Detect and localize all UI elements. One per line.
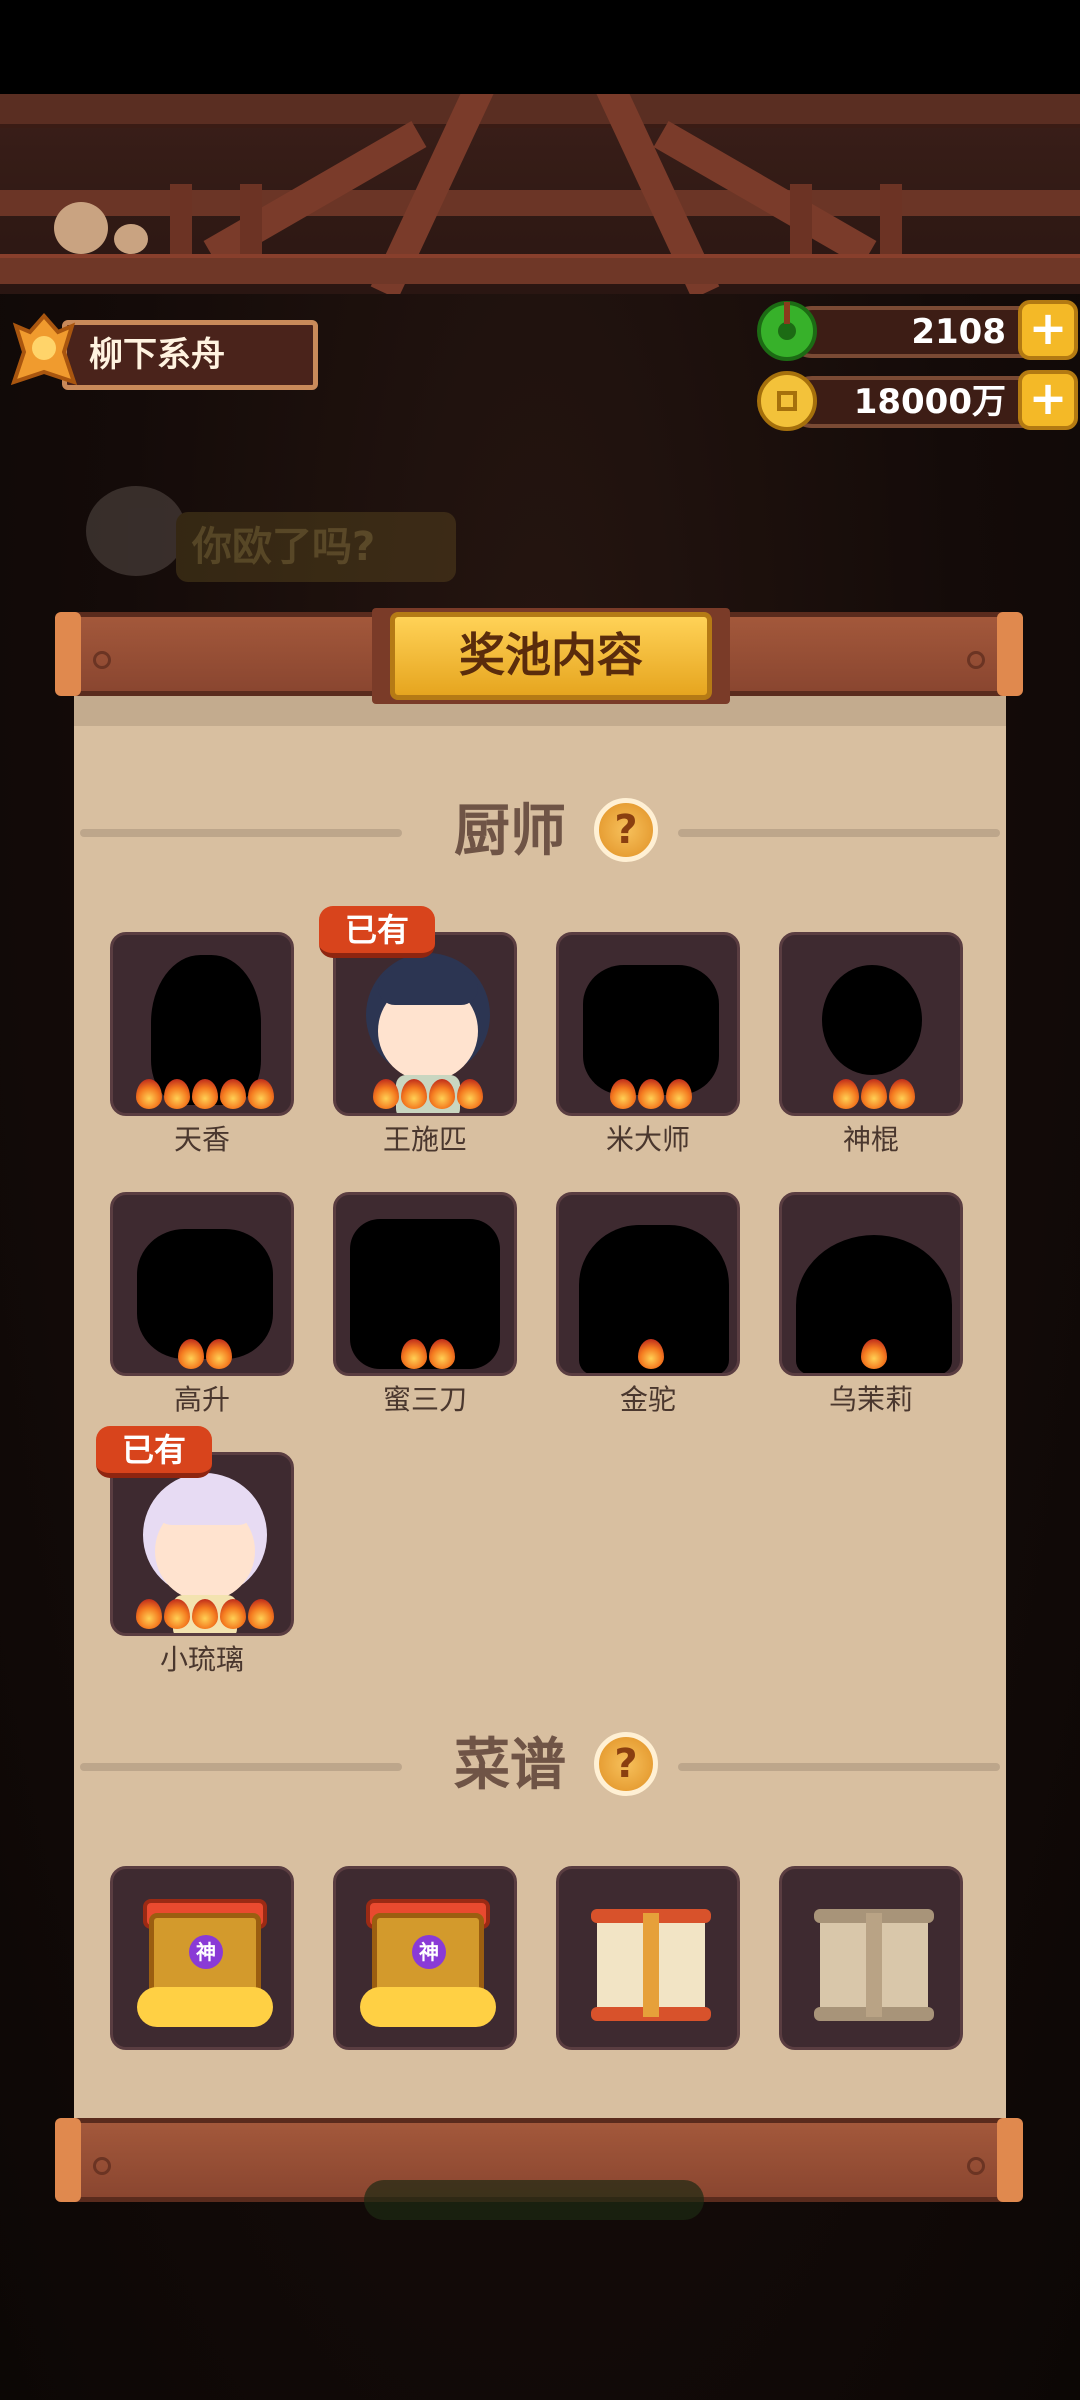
star-rating bbox=[113, 1079, 291, 1109]
recipe-help-button[interactable]: ? bbox=[594, 1732, 658, 1796]
chef-name: 王施匹 bbox=[382, 1123, 467, 1156]
flame-icon bbox=[373, 1079, 399, 1109]
chef-card[interactable]: 金驼 bbox=[556, 1192, 740, 1432]
flame-icon bbox=[861, 1339, 887, 1369]
player-name: 柳下系舟 bbox=[62, 320, 318, 390]
flame-icon bbox=[178, 1339, 204, 1369]
chef-portrait bbox=[556, 932, 740, 1116]
chef-section-header: 厨师 ? bbox=[74, 796, 1006, 866]
add-coin-button[interactable]: + bbox=[1018, 370, 1078, 430]
flame-icon bbox=[136, 1079, 162, 1109]
flame-icon bbox=[610, 1079, 636, 1109]
prize-pool-panel[interactable]: 厨师 ? 天香 王施匹 已有 米大师 神棍 高升 蜜三刀 金驼 乌茉莉 小琉璃 已有 菜谱 ? 神神 bbox=[74, 696, 1006, 2126]
recipe-section-title: 菜谱 bbox=[454, 1732, 566, 1798]
god-badge-icon: 神 bbox=[189, 1935, 223, 1969]
chef-name: 天香 bbox=[173, 1123, 230, 1156]
chef-portrait bbox=[779, 1192, 963, 1376]
chef-portrait bbox=[333, 932, 517, 1116]
chick-icon bbox=[54, 202, 108, 254]
chef-portrait bbox=[556, 1192, 740, 1376]
recipe-card[interactable] bbox=[779, 1866, 963, 2050]
chef-name: 乌茉莉 bbox=[828, 1383, 913, 1416]
flame-icon bbox=[457, 1079, 483, 1109]
flame-icon bbox=[638, 1079, 664, 1109]
star-rating bbox=[113, 1599, 291, 1629]
bottom-button-shadow bbox=[364, 2180, 704, 2220]
rank-badge-icon bbox=[10, 312, 78, 386]
flame-icon bbox=[192, 1079, 218, 1109]
flame-icon bbox=[889, 1079, 915, 1109]
flame-icon bbox=[861, 1079, 887, 1109]
chef-card[interactable]: 蜜三刀 bbox=[333, 1192, 517, 1432]
add-jade-button[interactable]: + bbox=[1018, 300, 1078, 360]
star-rating bbox=[336, 1079, 514, 1109]
flame-icon bbox=[429, 1079, 455, 1109]
roof-beams bbox=[0, 94, 1080, 294]
scroll-icon bbox=[591, 1909, 711, 2021]
status-bar bbox=[0, 0, 1080, 94]
hint-text: 你欧了吗? bbox=[176, 512, 456, 582]
chef-card[interactable]: 王施匹 bbox=[333, 932, 517, 1172]
star-rating bbox=[559, 1339, 737, 1369]
flame-icon bbox=[206, 1339, 232, 1369]
flame-icon bbox=[638, 1339, 664, 1369]
bird-icon bbox=[86, 486, 186, 576]
flame-icon bbox=[220, 1599, 246, 1629]
flame-icon bbox=[220, 1079, 246, 1109]
coin-currency: 18000万 + bbox=[756, 370, 1078, 432]
star-rating bbox=[113, 1339, 291, 1369]
flame-icon bbox=[666, 1079, 692, 1109]
chef-portrait bbox=[333, 1192, 517, 1376]
jade-currency: 2108 + bbox=[756, 300, 1078, 362]
star-rating bbox=[559, 1079, 737, 1109]
owned-badge: 已有 bbox=[319, 906, 436, 958]
recipe-card[interactable]: 神 bbox=[333, 1866, 517, 2050]
flame-icon bbox=[136, 1599, 162, 1629]
chef-name: 神棍 bbox=[842, 1123, 899, 1156]
chef-card[interactable]: 神棍 bbox=[779, 932, 963, 1172]
chef-portrait bbox=[110, 1192, 294, 1376]
jade-icon bbox=[757, 301, 817, 361]
chef-portrait bbox=[110, 932, 294, 1116]
chef-card[interactable]: 小琉璃 bbox=[110, 1452, 294, 1692]
chef-name: 小琉璃 bbox=[159, 1643, 244, 1676]
recipe-section-header: 菜谱 ? bbox=[74, 1730, 1006, 1800]
chef-help-button[interactable]: ? bbox=[594, 798, 658, 862]
chef-card[interactable]: 米大师 bbox=[556, 932, 740, 1172]
flame-icon bbox=[164, 1079, 190, 1109]
flame-icon bbox=[833, 1079, 859, 1109]
chef-card[interactable]: 高升 bbox=[110, 1192, 294, 1432]
flame-icon bbox=[248, 1599, 274, 1629]
recipe-card[interactable] bbox=[556, 1866, 740, 2050]
chef-section-title: 厨师 bbox=[454, 798, 566, 864]
hint-banner: 你欧了吗? bbox=[46, 480, 456, 590]
flame-icon bbox=[401, 1339, 427, 1369]
star-rating bbox=[782, 1079, 960, 1109]
flame-icon bbox=[192, 1599, 218, 1629]
flame-icon bbox=[429, 1339, 455, 1369]
panel-title: 奖池内容 bbox=[390, 612, 712, 700]
flame-icon bbox=[401, 1079, 427, 1109]
chef-name: 金驼 bbox=[619, 1383, 676, 1416]
chef-portrait bbox=[779, 932, 963, 1116]
flame-icon bbox=[248, 1079, 274, 1109]
chef-card[interactable]: 乌茉莉 bbox=[779, 1192, 963, 1432]
flame-icon bbox=[164, 1599, 190, 1629]
coin-icon bbox=[757, 371, 817, 431]
chef-name: 米大师 bbox=[605, 1123, 690, 1156]
star-rating bbox=[782, 1339, 960, 1369]
star-rating bbox=[336, 1339, 514, 1369]
chef-portrait bbox=[110, 1452, 294, 1636]
god-badge-icon: 神 bbox=[412, 1935, 446, 1969]
recipe-card[interactable]: 神 bbox=[110, 1866, 294, 2050]
chef-card[interactable]: 天香 bbox=[110, 932, 294, 1172]
chick-icon bbox=[114, 224, 148, 254]
scroll-icon bbox=[814, 1909, 934, 2021]
chef-name: 蜜三刀 bbox=[382, 1383, 467, 1416]
owned-badge: 已有 bbox=[96, 1426, 213, 1478]
chef-name: 高升 bbox=[173, 1383, 230, 1416]
